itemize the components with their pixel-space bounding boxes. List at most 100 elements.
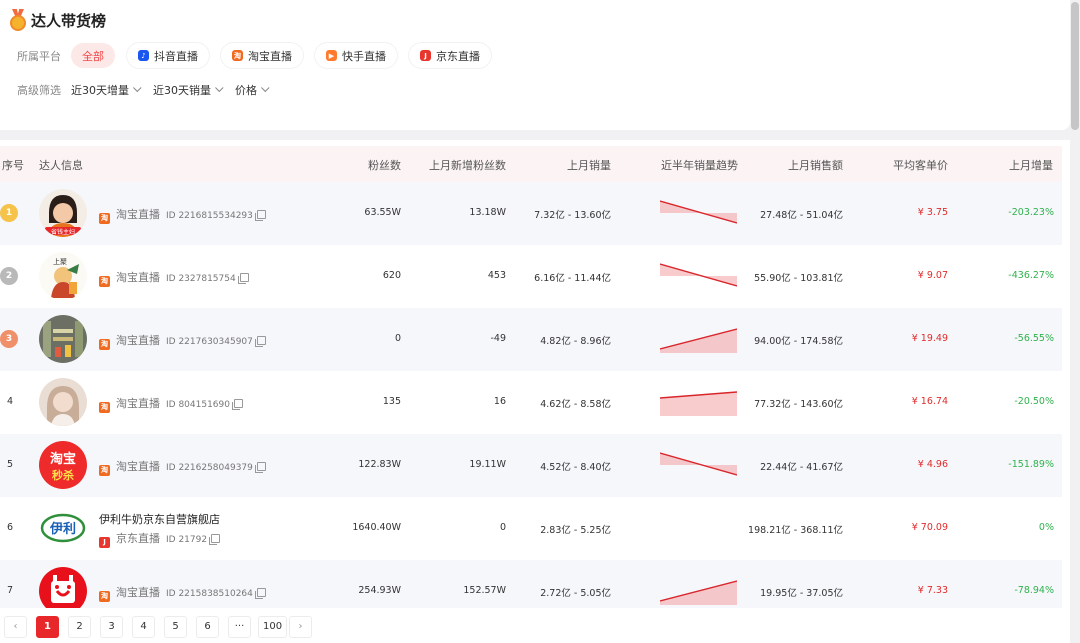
table-row[interactable]: 4 淘淘宝直播 ID 804151690 135 16 4.62亿 - 8.58亿 77.3… [0,371,1062,434]
monthly-growth: -151.89% [1008,459,1054,470]
copy-icon[interactable] [231,399,243,410]
svg-text:上聚: 上聚 [53,257,67,266]
page-scrollbar[interactable] [1070,0,1080,643]
avatar-cartoon-icon[interactable]: 上聚 [39,252,87,300]
platform-jd-button[interactable]: J 京东直播 [409,43,491,68]
avatar-store-icon[interactable] [39,315,87,363]
header-new-fans[interactable]: 上月新增粉丝数 [429,157,506,173]
page-button-6[interactable]: 6 [196,616,219,638]
page-button-4[interactable]: 4 [132,616,155,638]
rank-number: 6 [7,522,14,533]
fans-count: 0 [394,333,401,344]
monthly-growth: -20.50% [1014,396,1054,407]
pagination: ‹ 1 2 3 4 5 6 ··· 100 › [0,608,1070,643]
avg-price: ¥ 9.07 [917,270,948,281]
next-page-button[interactable]: › [289,616,312,638]
dropdown-price[interactable]: 价格 [235,82,270,98]
avg-price: ¥ 19.49 [911,333,948,344]
table-row[interactable]: 2 上聚淘淘宝直播 ID 2327815754 620 453 6.16亿 - 11.44… [0,245,1062,308]
avatar-portrait-icon[interactable] [39,378,87,426]
page-ellipsis-button[interactable]: ··· [228,616,251,638]
avg-price: ¥ 7.33 [917,585,948,596]
copy-icon[interactable] [254,210,266,221]
header-fans[interactable]: 粉丝数 [368,157,401,173]
streamer-id: ID 2327815754 [166,274,236,284]
table-row[interactable]: 1 省钱主妇 淘淘宝直播 ID 2216815534293 63.55W 13.18W 7.… [0,182,1062,245]
header-avg-price[interactable]: 平均客单价 [893,157,948,173]
page-button-2[interactable]: 2 [68,616,91,638]
platform-kuaishou-button[interactable]: ▶ 快手直播 [315,43,397,68]
page-button-3[interactable]: 3 [100,616,123,638]
streamer-name[interactable]: 伊利牛奶京东自营旗舰店 [99,511,220,527]
new-fans-count: 453 [487,270,506,281]
avatar-woman-icon[interactable]: 省钱主妇 [39,189,87,237]
copy-icon[interactable] [254,588,266,599]
streamer-id: ID 804151690 [166,400,230,410]
header-trend: 近半年销量趋势 [661,159,738,172]
streamer-source: 淘淘宝直播 ID 2216258049379 [99,458,266,476]
monthly-sales: 4.52亿 - 8.40亿 [540,462,611,473]
copy-icon[interactable] [254,462,266,473]
dropdown-30d-sales[interactable]: 近30天销量 [153,82,224,98]
taobao-icon: 淘 [99,402,110,413]
platform-filter-label: 所属平台 [17,49,61,63]
page-button-100[interactable]: 100 [258,616,288,638]
taobao-icon: 淘 [99,339,110,350]
scrollbar-thumb[interactable] [1071,2,1079,130]
platform-douyin-label: 抖音直播 [154,49,198,63]
table-row[interactable]: 3 淘淘宝直播 ID 2217630345907 0 -49 4.82亿 - 8.96亿 9… [0,308,1062,371]
table-row[interactable]: 5 淘宝 秒杀淘淘宝直播 ID 2216258049379 122.83W 19.11W 4… [0,434,1062,497]
avatar-yili-logo-icon[interactable]: 伊利 [39,504,87,552]
sales-trend-sparkline [659,451,738,479]
monthly-revenue: 94.00亿 - 174.58亿 [754,336,843,347]
new-fans-count: 152.57W [463,585,506,596]
header-sales[interactable]: 上月销量 [567,157,611,173]
monthly-revenue: 77.32亿 - 143.60亿 [754,399,843,410]
streamer-id: ID 2216258049379 [166,463,253,473]
monthly-sales: 2.83亿 - 5.25亿 [540,525,611,536]
platform-taobao-label: 淘宝直播 [248,49,292,63]
monthly-revenue: 55.90亿 - 103.81亿 [754,273,843,284]
monthly-revenue: 27.48亿 - 51.04亿 [760,210,843,221]
new-fans-count: 19.11W [469,459,506,470]
page-button-5[interactable]: 5 [164,616,187,638]
sales-trend-sparkline [659,325,738,353]
kuaishou-icon: ▶ [326,50,337,61]
copy-icon[interactable] [209,534,221,545]
table-row[interactable]: 6 伊利 伊利牛奶京东自营旗舰店 J 京东直播 ID 21792 1640.40W 0 2.83… [0,497,1062,560]
advanced-filter-label: 高级筛选 [17,84,61,97]
svg-text:秒杀: 秒杀 [52,468,74,482]
copy-icon[interactable] [254,336,266,347]
streamer-id: ID 2217630345907 [166,337,253,347]
new-fans-count: 16 [493,396,506,407]
avatar-taobao-logo-icon[interactable]: 淘宝 秒杀 [39,441,87,489]
header-revenue[interactable]: 上月销售额 [788,157,843,173]
platform-kuaishou-label: 快手直播 [342,49,386,63]
copy-icon[interactable] [237,273,249,284]
dropdown-30d-growth[interactable]: 近30天增量 [71,82,142,98]
header-growth[interactable]: 上月增量 [1009,157,1053,173]
platform-all-button[interactable]: 全部 [71,43,115,68]
fans-count: 1640.40W [352,522,401,533]
advanced-filter-row: 高级筛选 近30天增量 近30天销量 价格 [17,82,281,98]
monthly-revenue: 22.44亿 - 41.67亿 [760,462,843,473]
avg-price: ¥ 16.74 [911,396,948,407]
rank-badge: 3 [0,330,18,348]
ranking-table: 序号 达人信息 粉丝数 上月新增粉丝数 上月销量 近半年销量趋势 上月销售额 平… [0,140,1070,643]
platform-douyin-button[interactable]: ♪ 抖音直播 [127,43,209,68]
prev-page-button[interactable]: ‹ [4,616,27,638]
chevron-down-icon [133,83,142,93]
streamer-source: 淘淘宝直播 ID 2215838510264 [99,584,266,602]
monthly-growth: -78.94% [1014,585,1054,596]
platform-taobao-button[interactable]: 淘 淘宝直播 [221,43,303,68]
platform-filter-row: 所属平台 全部 ♪ 抖音直播 淘 淘宝直播 ▶ 快手直播 J 京东直播 [17,43,503,68]
page-button-1[interactable]: 1 [36,616,59,638]
app-root: 达人带货榜 所属平台 全部 ♪ 抖音直播 淘 淘宝直播 ▶ 快手直播 J 京东直… [0,0,1080,643]
page-title: 达人带货榜 [31,11,107,30]
monthly-sales: 7.32亿 - 13.60亿 [534,210,611,221]
streamer-source: 淘淘宝直播 ID 2217630345907 [99,332,266,350]
streamer-source: 淘淘宝直播 ID 2216815534293 [99,206,266,224]
monthly-revenue: 19.95亿 - 37.05亿 [760,588,843,599]
streamer-source: 淘淘宝直播 ID 804151690 [99,395,243,413]
streamer-source: J 京东直播 ID 21792 [99,530,221,548]
